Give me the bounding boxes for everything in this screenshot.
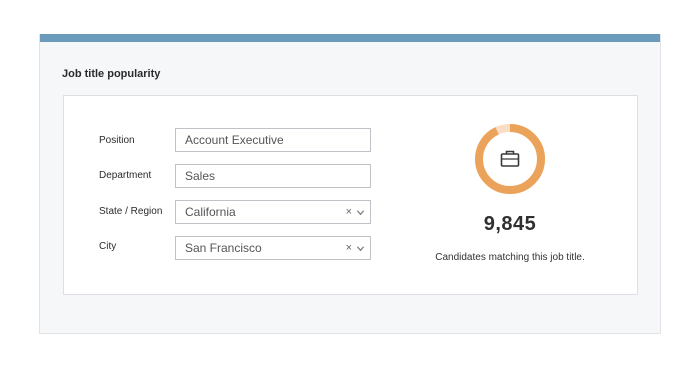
candidate-caption: Candidates matching this job title.: [435, 252, 585, 263]
card-top-bar: [40, 34, 660, 42]
state-region-label: State / Region: [99, 206, 163, 217]
state-chevron-down-icon[interactable]: [356, 208, 365, 217]
card-title: Job title popularity: [62, 68, 161, 80]
state-region-select[interactable]: California ×: [175, 200, 371, 224]
search-panel: Position Account Executive Department Sa…: [63, 95, 638, 295]
position-value: Account Executive: [185, 133, 284, 147]
state-clear-icon[interactable]: ×: [346, 201, 352, 223]
position-field[interactable]: Account Executive: [175, 128, 371, 152]
city-chevron-down-icon[interactable]: [356, 244, 365, 253]
city-clear-icon[interactable]: ×: [346, 237, 352, 259]
candidate-count: 9,845: [483, 213, 537, 235]
department-field[interactable]: Sales: [175, 164, 371, 188]
position-label: Position: [99, 135, 135, 146]
match-donut-chart: [475, 124, 545, 194]
job-title-popularity-card: Job title popularity Position Account Ex…: [39, 34, 661, 334]
briefcase-icon: [500, 150, 520, 167]
department-label: Department: [99, 170, 152, 181]
department-value: Sales: [185, 169, 216, 183]
city-value: San Francisco: [185, 241, 262, 255]
state-region-value: California: [185, 205, 236, 219]
city-select[interactable]: San Francisco ×: [175, 236, 371, 260]
city-label: City: [99, 241, 117, 252]
